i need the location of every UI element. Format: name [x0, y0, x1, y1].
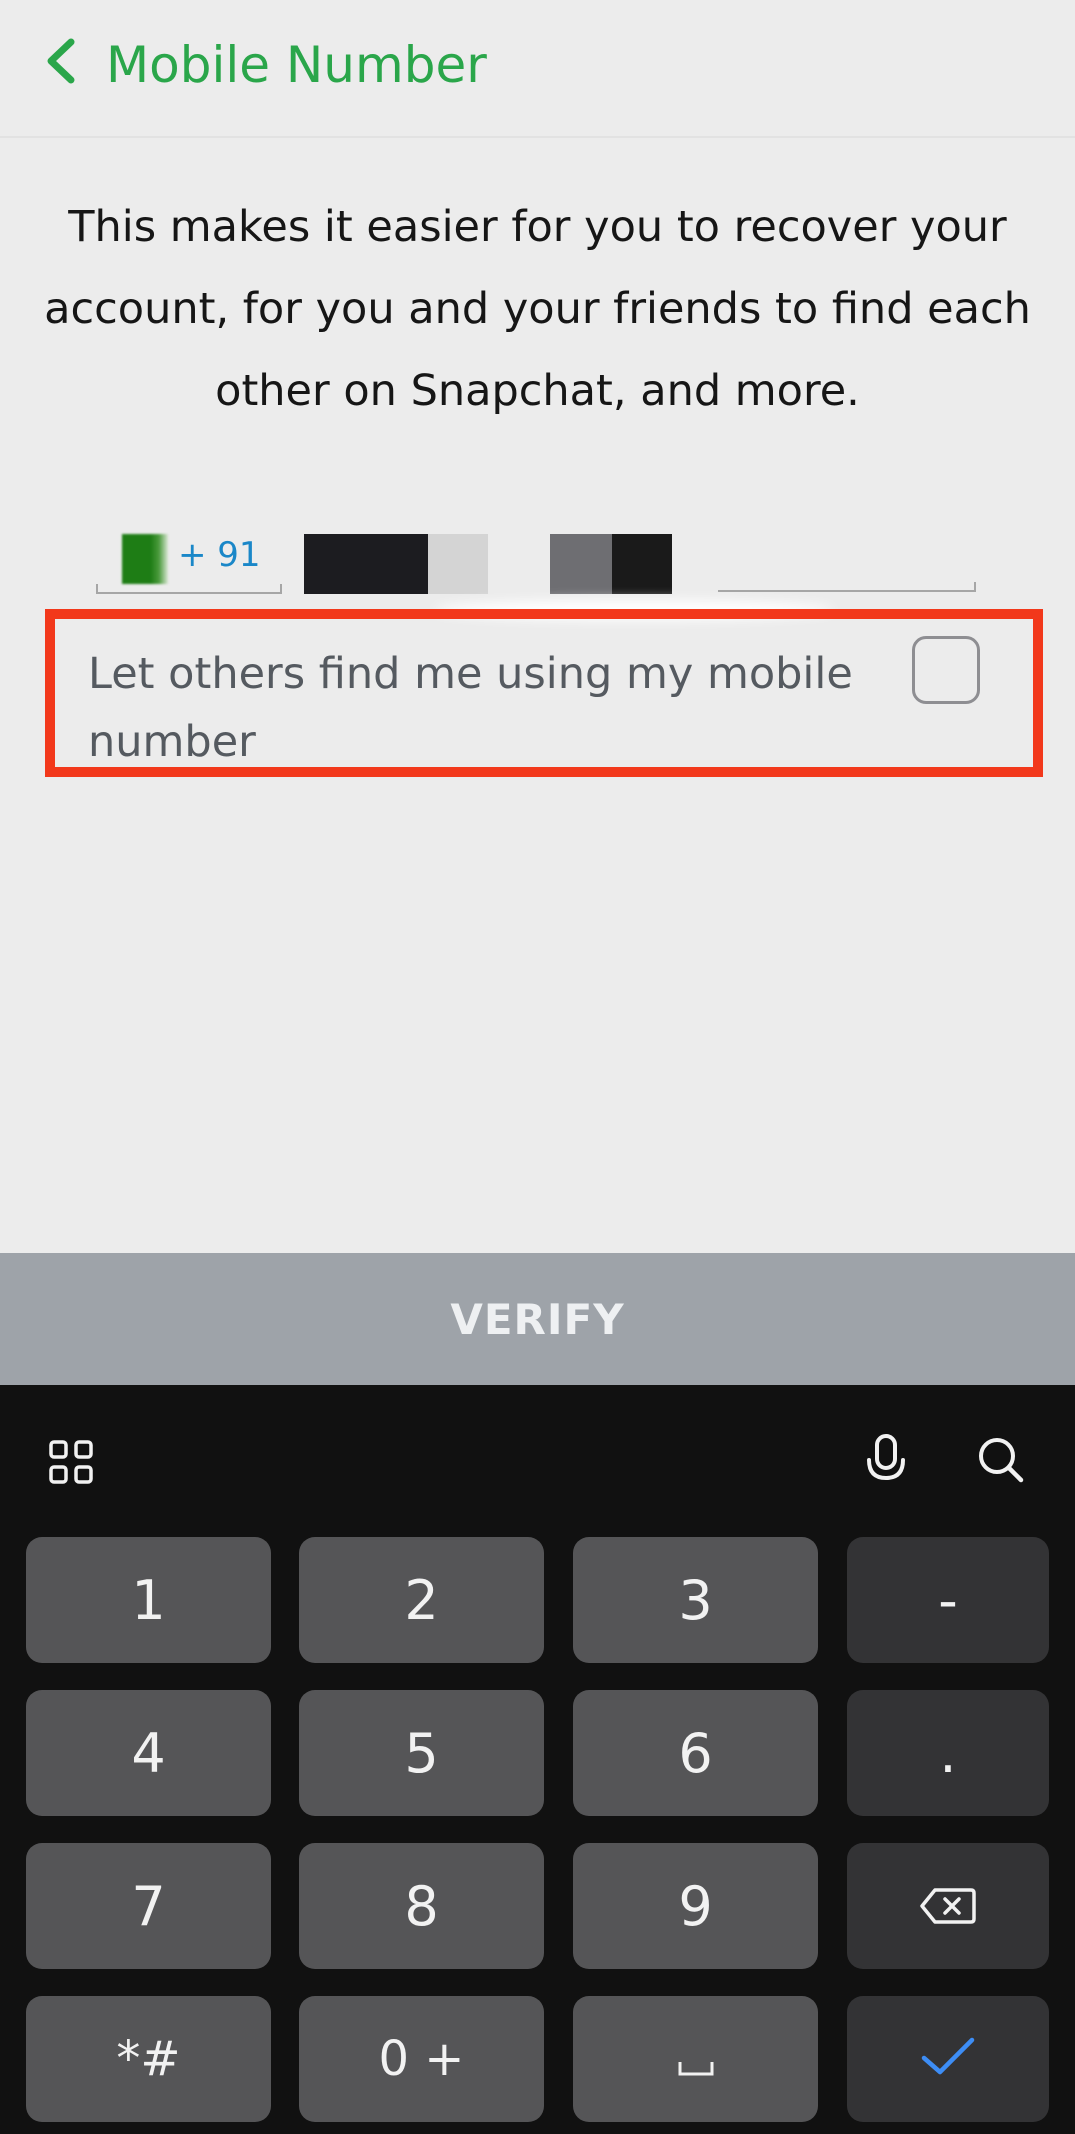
phone-number-input[interactable]	[304, 530, 976, 620]
key-2[interactable]: 2	[299, 1537, 544, 1663]
key-5[interactable]: 5	[299, 1690, 544, 1816]
key-dash[interactable]: -	[847, 1537, 1049, 1663]
flag-icon	[122, 534, 168, 584]
key-3[interactable]: 3	[573, 1537, 818, 1663]
back-button[interactable]	[30, 28, 90, 98]
find-me-checkbox[interactable]	[912, 636, 980, 704]
key-1[interactable]: 1	[26, 1537, 271, 1663]
space-icon	[678, 2028, 714, 2091]
key-space[interactable]	[573, 1996, 818, 2122]
key-6[interactable]: 6	[573, 1690, 818, 1816]
redacted-block	[612, 534, 672, 594]
verify-button[interactable]: VERIFY	[0, 1253, 1075, 1385]
keyboard-toolbar	[0, 1385, 1075, 1525]
page-title: Mobile Number	[106, 36, 487, 94]
key-7[interactable]: 7	[26, 1843, 271, 1969]
key-9[interactable]: 9	[573, 1843, 818, 1969]
verify-label: VERIFY	[450, 1294, 625, 1344]
backspace-icon	[919, 1875, 977, 1938]
redacted-block	[550, 534, 612, 594]
input-underline	[718, 582, 976, 592]
numeric-keyboard: 1 2 3 - 4 5 6 . 7 8 9 *# 0 +	[0, 1385, 1075, 2134]
phone-input-row: + 91	[96, 530, 976, 620]
apps-grid-icon[interactable]	[40, 1431, 102, 1493]
key-star-hash[interactable]: *#	[26, 1996, 271, 2122]
enter-check-icon	[920, 2028, 976, 2091]
header-bar: Mobile Number	[0, 0, 1075, 138]
key-8[interactable]: 8	[299, 1843, 544, 1969]
key-4[interactable]: 4	[26, 1690, 271, 1816]
microphone-icon[interactable]	[855, 1427, 917, 1493]
country-code: + 91	[178, 535, 261, 575]
description-text: This makes it easier for you to recover …	[44, 202, 1031, 416]
key-backspace[interactable]	[847, 1843, 1049, 1969]
chevron-left-icon	[43, 36, 77, 90]
find-me-label: Let others find me using my mobile numbe…	[88, 649, 853, 767]
key-0-plus[interactable]: 0 +	[299, 1996, 544, 2122]
search-icon[interactable]	[970, 1429, 1032, 1491]
country-code-selector[interactable]: + 91	[96, 530, 282, 594]
key-period[interactable]: .	[847, 1690, 1049, 1816]
redacted-block	[304, 534, 428, 594]
key-enter[interactable]	[847, 1996, 1049, 2122]
redacted-block	[428, 534, 488, 594]
